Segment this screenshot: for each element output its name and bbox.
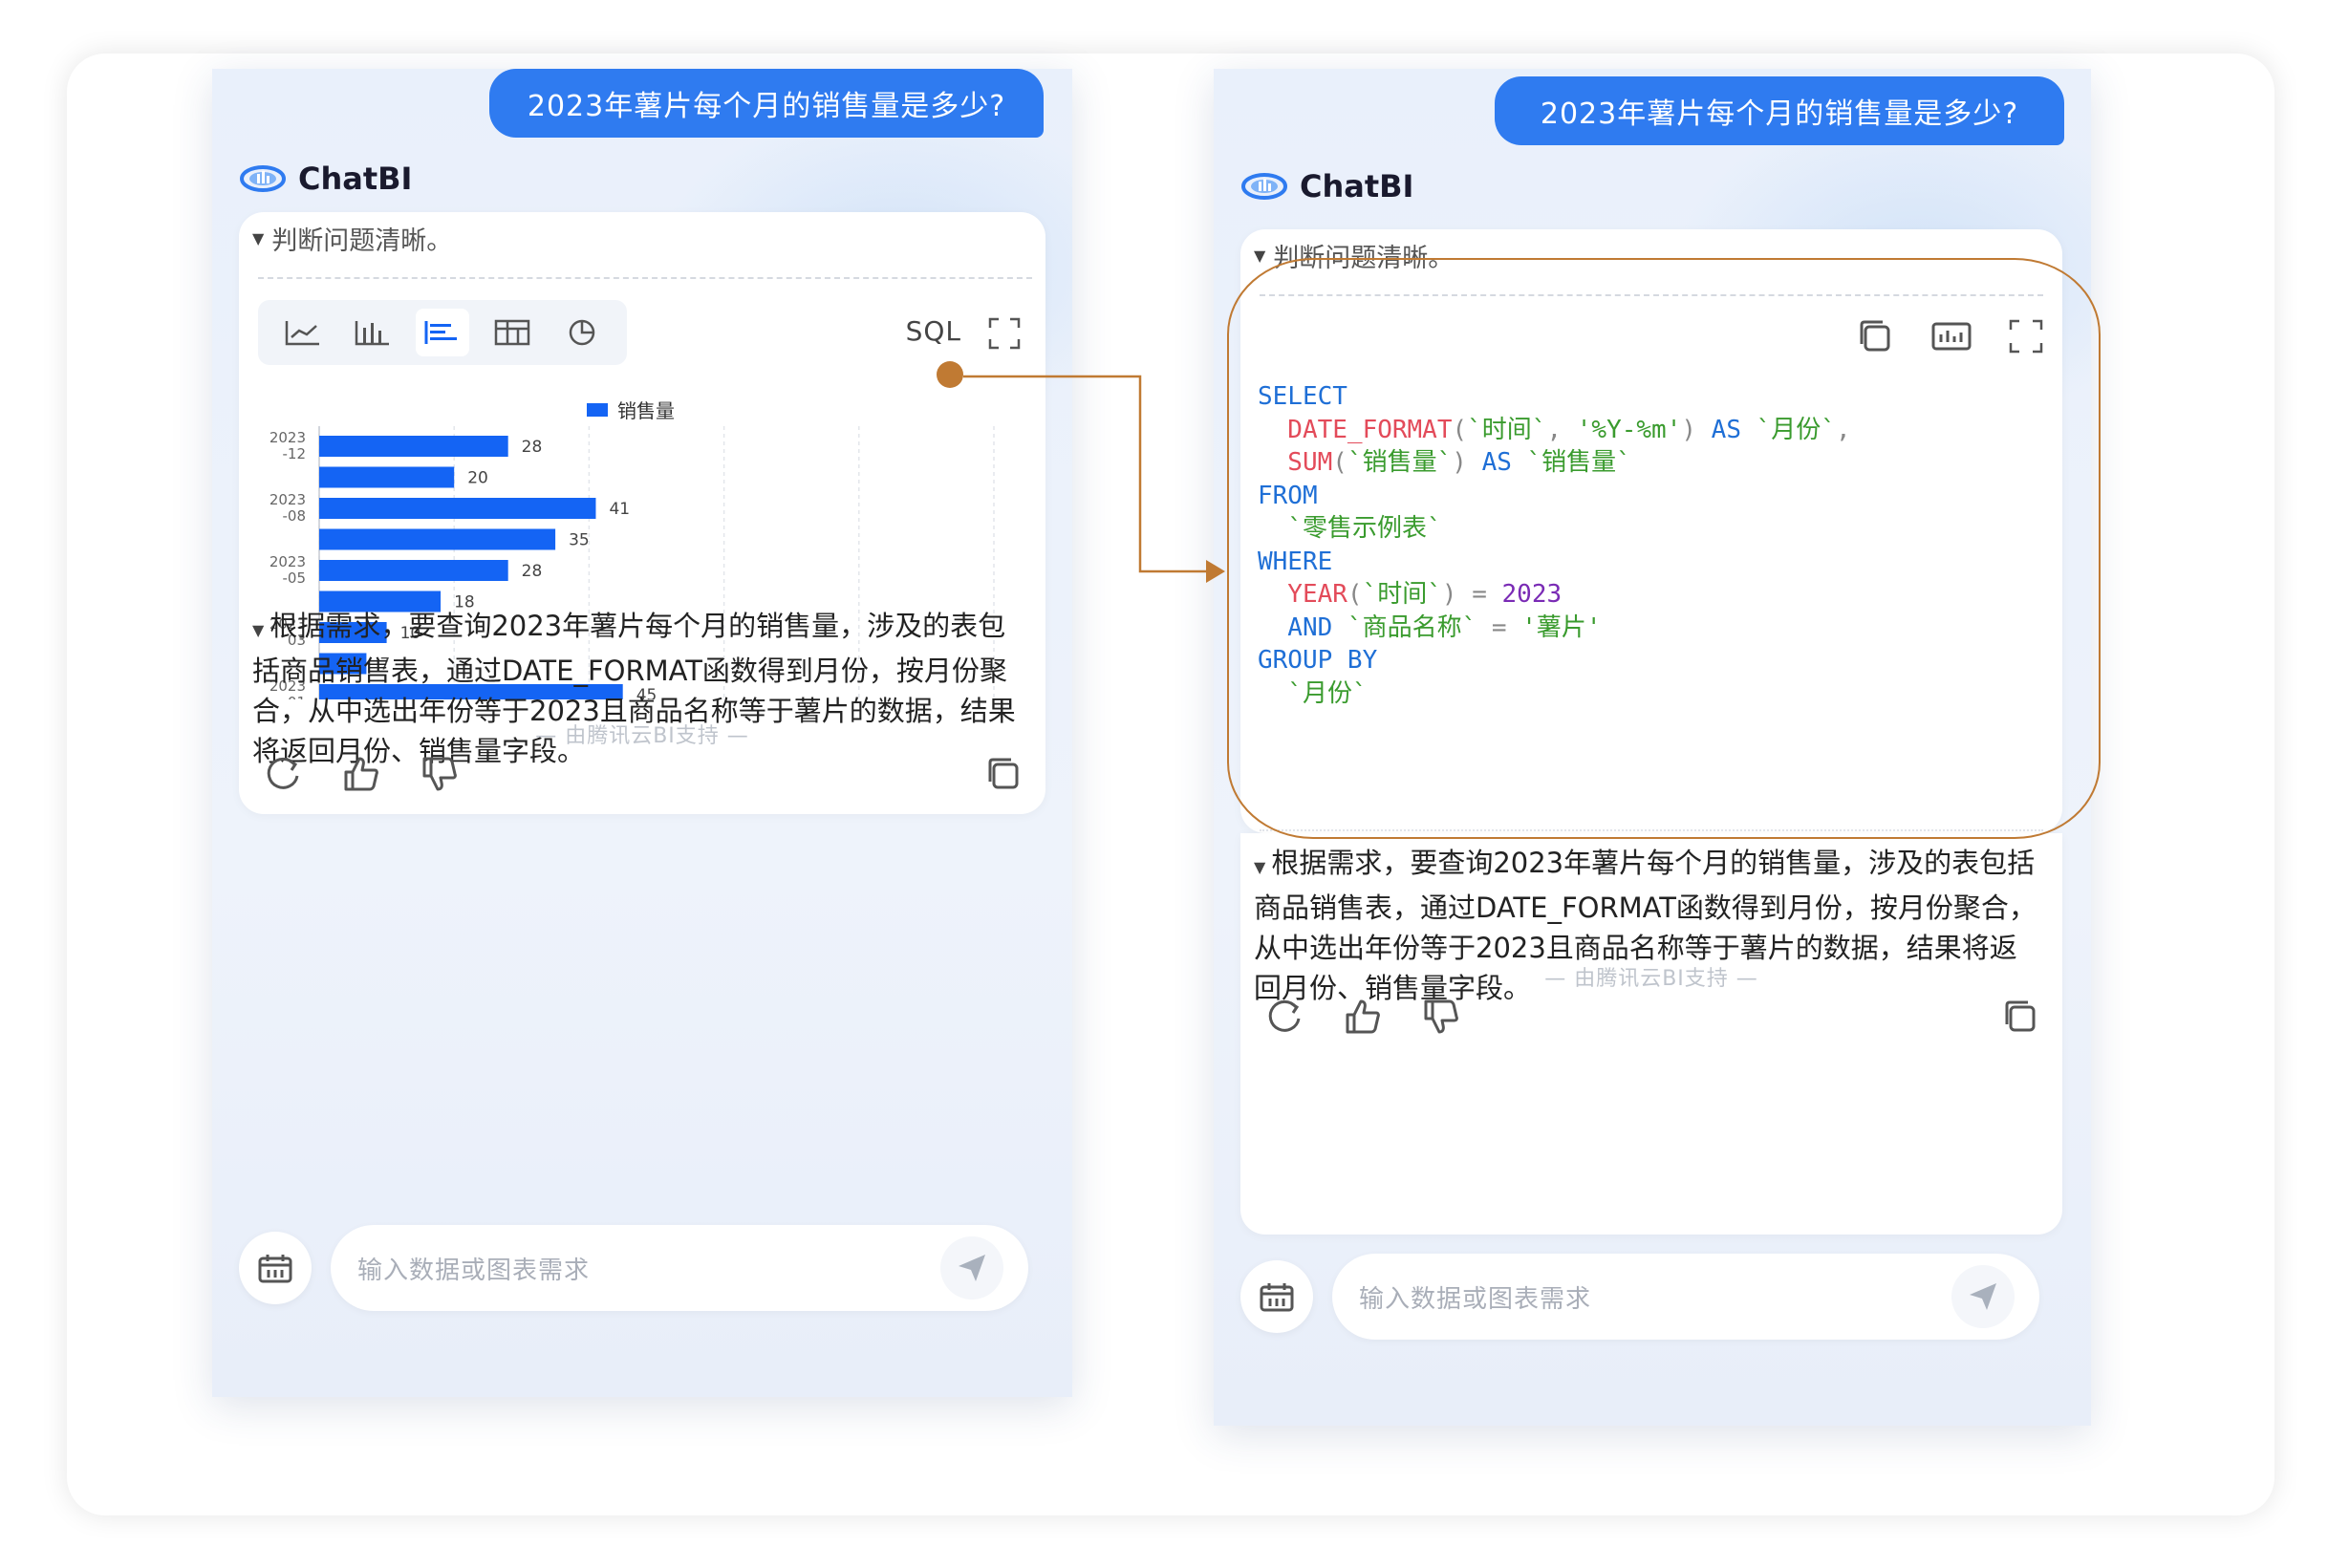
connector-dot [937,361,963,388]
connector-arrow-icon [1206,560,1225,583]
connector-line [963,375,1206,573]
annotation-connector [937,361,1225,583]
